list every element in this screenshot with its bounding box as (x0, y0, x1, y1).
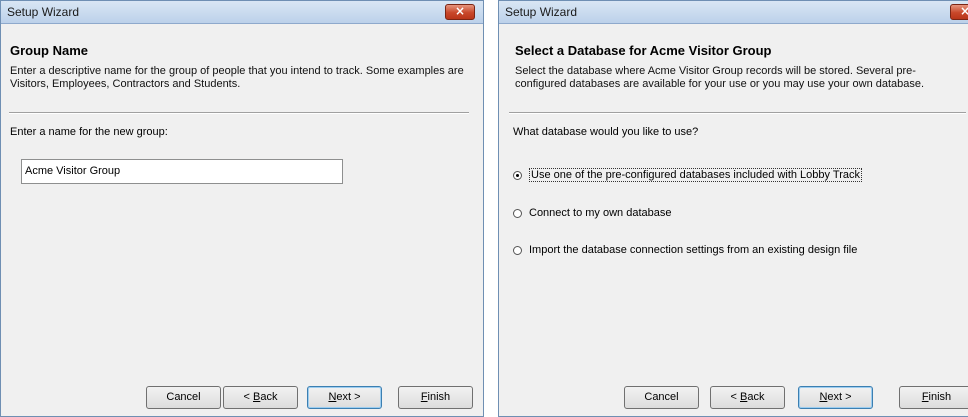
radio-unselected-icon[interactable] (513, 245, 522, 255)
cancel-button-label: Cancel (166, 391, 201, 403)
close-button[interactable]: × (950, 4, 968, 20)
page-title: Group Name (10, 43, 89, 58)
radio-label: Import the database connection settings … (529, 244, 858, 256)
title-bar[interactable]: Setup Wizard × (499, 1, 968, 24)
page-description: Select the database where Acme Visitor G… (515, 65, 925, 90)
separator (509, 112, 966, 114)
back-button[interactable]: < Back (710, 386, 785, 409)
setup-wizard-window-group-name: Setup Wizard × Group Name Enter a descri… (0, 0, 484, 417)
next-button-rest: ext > (336, 391, 361, 403)
radio-option-preconfigured-database[interactable]: Use one of the pre-configured databases … (513, 168, 862, 182)
cancel-button-label: Cancel (644, 391, 679, 403)
group-name-label: Enter a name for the new group: (10, 126, 168, 138)
finish-button[interactable]: Finish (398, 386, 473, 409)
finish-button-mnemonic: F (921, 391, 929, 403)
window-title: Setup Wizard (505, 5, 578, 19)
finish-button-mnemonic: F (420, 391, 428, 403)
database-question-label: What database would you like to use? (513, 126, 699, 138)
page-description: Enter a descriptive name for the group o… (10, 65, 464, 90)
next-button[interactable]: Next > (798, 386, 873, 409)
back-button-rest: ack (747, 391, 765, 403)
close-icon: × (960, 4, 968, 18)
radio-unselected-icon[interactable] (513, 208, 522, 218)
window-title: Setup Wizard (7, 5, 80, 19)
title-bar[interactable]: Setup Wizard × (1, 1, 483, 24)
back-button-prefix: < (243, 391, 253, 403)
close-button[interactable]: × (445, 4, 475, 20)
radio-option-import-settings[interactable]: Import the database connection settings … (513, 244, 857, 256)
radio-selected-icon[interactable] (513, 170, 522, 180)
group-name-input[interactable]: Acme Visitor Group (21, 159, 343, 184)
finish-button-rest: inish (427, 391, 451, 403)
back-button-rest: ack (260, 391, 278, 403)
radio-label: Connect to my own database (529, 207, 672, 219)
next-button[interactable]: Next > (307, 386, 382, 409)
finish-button[interactable]: Finish (899, 386, 968, 409)
cancel-button[interactable]: Cancel (146, 386, 221, 409)
cancel-button[interactable]: Cancel (624, 386, 699, 409)
back-button-prefix: < (730, 391, 740, 403)
page-title: Select a Database for Acme Visitor Group (515, 43, 772, 58)
finish-button-rest: inish (928, 391, 952, 403)
radio-label: Use one of the pre-configured databases … (529, 168, 862, 182)
setup-wizard-window-select-database: Setup Wizard × Select a Database for Acm… (498, 0, 968, 417)
close-icon: × (454, 4, 466, 18)
back-button[interactable]: < Back (223, 386, 298, 409)
separator (9, 112, 469, 114)
radio-option-own-database[interactable]: Connect to my own database (513, 207, 671, 219)
next-button-rest: ext > (827, 391, 852, 403)
